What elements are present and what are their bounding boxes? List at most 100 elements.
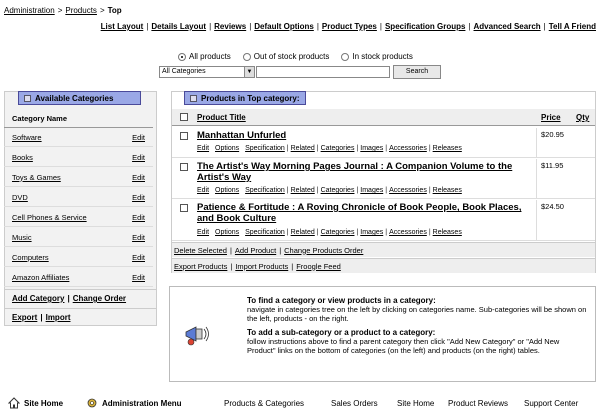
categories-panel-header[interactable]: Available Categories <box>18 91 141 105</box>
change-products-order-link[interactable]: Change Products Order <box>284 246 363 255</box>
tell-a-friend-link[interactable]: Tell A Friend <box>549 22 596 31</box>
category-column-header: Category Name <box>4 109 153 128</box>
product-actions: Edit Options Specification | Related | Categ… <box>197 187 462 194</box>
footer-link-support-center[interactable]: Support Center <box>524 399 578 408</box>
search-input[interactable] <box>256 66 390 78</box>
import-products-link[interactable]: Import Products <box>235 262 288 271</box>
froogle-feed-link[interactable]: Froogle Feed <box>296 262 341 271</box>
advanced-search-link[interactable]: Advanced Search <box>474 22 541 31</box>
category-link[interactable]: Music <box>12 233 32 242</box>
delete-selected-link[interactable]: Delete Selected <box>174 246 227 255</box>
edit-link[interactable]: Edit <box>197 187 209 194</box>
releases-link[interactable]: Releases <box>433 145 462 152</box>
change-order-link[interactable]: Change Order <box>73 294 126 303</box>
edit-category-link[interactable]: Edit <box>132 133 145 142</box>
accessories-link[interactable]: Accessories <box>389 229 427 236</box>
breadcrumb-administration[interactable]: Administration <box>4 6 55 15</box>
category-link[interactable]: Amazon Affiliates <box>12 273 69 282</box>
category-row: Computers Edit <box>4 248 153 267</box>
releases-link[interactable]: Releases <box>433 187 462 194</box>
footer-link-products-categories[interactable]: Products & Categories <box>224 399 304 408</box>
specification-link[interactable]: Specification <box>245 229 285 236</box>
administration-menu-link[interactable]: Administration Menu <box>102 399 182 408</box>
sort-price-link[interactable]: Price <box>541 113 561 122</box>
edit-category-link[interactable]: Edit <box>132 153 145 162</box>
images-link[interactable]: Images <box>360 229 383 236</box>
sort-title-link[interactable]: Product Title <box>197 113 246 122</box>
add-category-link[interactable]: Add Category <box>12 294 64 303</box>
product-checkbox[interactable] <box>180 163 188 171</box>
edit-category-link[interactable]: Edit <box>132 233 145 242</box>
radio-icon[interactable] <box>242 52 251 61</box>
export-link[interactable]: Export <box>12 313 37 322</box>
products-panel-header[interactable]: Products in Top category: <box>184 91 306 105</box>
filter-in-stock[interactable]: In stock products <box>341 52 413 61</box>
filter-out-of-stock[interactable]: Out of stock products <box>242 52 329 61</box>
footer-link-sales-orders[interactable]: Sales Orders <box>331 399 378 408</box>
category-link[interactable]: Software <box>12 133 42 142</box>
import-link[interactable]: Import <box>46 313 71 322</box>
column-divider <box>536 200 537 240</box>
site-home-link[interactable]: Site Home <box>24 399 63 408</box>
accessories-link[interactable]: Accessories <box>389 145 427 152</box>
product-checkbox[interactable] <box>180 132 188 140</box>
filter-all-products[interactable]: All products <box>178 52 231 61</box>
images-link[interactable]: Images <box>360 187 383 194</box>
product-checkbox[interactable] <box>180 204 188 212</box>
radio-icon[interactable] <box>178 52 186 61</box>
category-link[interactable]: Computers <box>12 253 49 262</box>
category-link[interactable]: Books <box>12 153 33 162</box>
reviews-link[interactable]: Reviews <box>214 22 246 31</box>
categories-link[interactable]: Categories <box>321 187 355 194</box>
product-title-link[interactable]: Manhattan Unfurled <box>197 130 532 141</box>
product-actions: Edit Options Specification | Related | Categ… <box>197 145 462 152</box>
category-export-actions: Export | Import <box>4 308 157 326</box>
related-link[interactable]: Related <box>291 187 315 194</box>
collapse-icon[interactable] <box>24 94 31 102</box>
edit-category-link[interactable]: Edit <box>132 253 145 262</box>
edit-category-link[interactable]: Edit <box>132 193 145 202</box>
options-link[interactable]: Options <box>215 145 239 152</box>
chevron-down-icon[interactable]: ▼ <box>244 67 254 77</box>
edit-link[interactable]: Edit <box>197 145 209 152</box>
specification-groups-link[interactable]: Specification Groups <box>385 22 465 31</box>
edit-category-link[interactable]: Edit <box>132 173 145 182</box>
releases-link[interactable]: Releases <box>433 229 462 236</box>
product-title-link[interactable]: Patience & Fortitude : A Roving Chronicl… <box>197 202 532 224</box>
details-layout-link[interactable]: Details Layout <box>151 22 206 31</box>
footer-link-site-home[interactable]: Site Home <box>397 399 434 408</box>
default-options-link[interactable]: Default Options <box>254 22 314 31</box>
options-link[interactable]: Options <box>215 229 239 236</box>
specification-link[interactable]: Specification <box>245 145 285 152</box>
sort-qty-link[interactable]: Qty <box>576 113 589 122</box>
export-products-link[interactable]: Export Products <box>174 262 227 271</box>
categories-link[interactable]: Categories <box>321 145 355 152</box>
related-link[interactable]: Related <box>291 229 315 236</box>
radio-icon[interactable] <box>341 52 350 61</box>
select-all-checkbox[interactable] <box>180 113 188 121</box>
category-link[interactable]: Toys & Games <box>12 173 61 182</box>
category-row: DVD Edit <box>4 188 153 207</box>
category-link[interactable]: Cell Phones & Service <box>12 213 87 222</box>
edit-link[interactable]: Edit <box>197 229 209 236</box>
category-select[interactable]: All Categories ▼ <box>159 66 255 78</box>
category-link[interactable]: DVD <box>12 193 28 202</box>
categories-link[interactable]: Categories <box>321 229 355 236</box>
product-row: The Artist's Way Morning Pages Journal :… <box>172 159 595 199</box>
accessories-link[interactable]: Accessories <box>389 187 427 194</box>
specification-link[interactable]: Specification <box>245 187 285 194</box>
edit-category-link[interactable]: Edit <box>132 273 145 282</box>
breadcrumb-products[interactable]: Products <box>65 6 97 15</box>
list-layout-link[interactable]: List Layout <box>101 22 144 31</box>
product-title-link[interactable]: The Artist's Way Morning Pages Journal :… <box>197 161 532 183</box>
product-types-link[interactable]: Product Types <box>322 22 377 31</box>
add-product-link[interactable]: Add Product <box>235 246 276 255</box>
search-button[interactable]: Search <box>393 65 441 79</box>
category-row: Cell Phones & Service Edit <box>4 208 153 227</box>
edit-category-link[interactable]: Edit <box>132 213 145 222</box>
images-link[interactable]: Images <box>360 145 383 152</box>
footer-link-product-reviews[interactable]: Product Reviews <box>448 399 508 408</box>
collapse-icon[interactable] <box>190 94 197 102</box>
related-link[interactable]: Related <box>291 145 315 152</box>
options-link[interactable]: Options <box>215 187 239 194</box>
